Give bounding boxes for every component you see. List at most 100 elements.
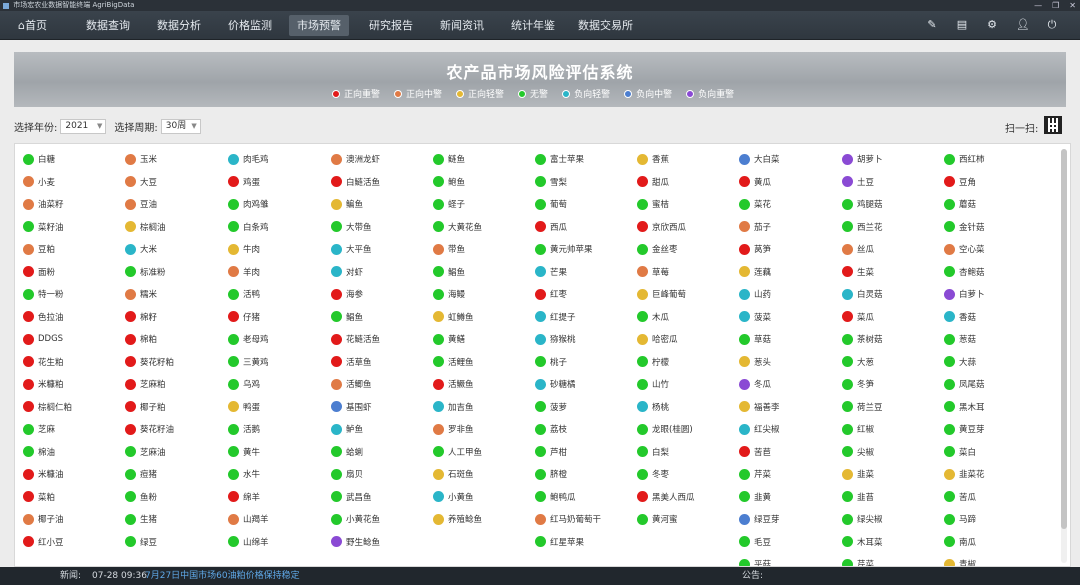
product-item[interactable]: 红小豆 (23, 535, 64, 549)
product-item[interactable]: 花鲢活鱼 (331, 332, 380, 346)
product-item[interactable]: 红马奶葡萄干 (535, 512, 601, 526)
product-item[interactable]: 菜籽油 (23, 220, 64, 234)
product-item[interactable]: 绵羊 (228, 490, 260, 504)
product-item[interactable]: 葵花籽粕 (125, 355, 174, 369)
product-item[interactable]: 活鳜鱼 (433, 377, 474, 391)
product-item[interactable]: 活鲫鱼 (331, 377, 372, 391)
product-item[interactable]: 平菇 (739, 557, 771, 566)
vertical-scrollbar[interactable] (1061, 149, 1067, 563)
product-item[interactable]: 哈密瓜 (637, 332, 678, 346)
product-item[interactable]: 龙眼(桂圆) (637, 422, 693, 436)
product-item[interactable]: 老母鸡 (228, 332, 269, 346)
nav-statistics-yearbook[interactable]: 统计年鉴 (503, 15, 563, 36)
product-item[interactable]: 荷兰豆 (842, 400, 883, 414)
product-item[interactable]: 菠萝 (535, 400, 567, 414)
product-item[interactable]: 白鲢活鱼 (331, 175, 380, 189)
product-item[interactable]: 糯米 (125, 287, 157, 301)
product-item[interactable]: 米糠油 (23, 467, 64, 481)
product-item[interactable]: 豆角 (944, 175, 976, 189)
product-item[interactable]: 葱菇 (944, 332, 976, 346)
product-item[interactable]: 苦瓜 (944, 490, 976, 504)
product-item[interactable]: 草莓 (637, 265, 669, 279)
product-item[interactable]: 香蕉 (637, 152, 669, 166)
product-item[interactable]: 油菜籽 (23, 197, 64, 211)
product-item[interactable]: 苦苣 (739, 445, 771, 459)
product-item[interactable]: 芹菜 (739, 467, 771, 481)
product-item[interactable]: 砂糖橘 (535, 377, 576, 391)
product-item[interactable]: 金针菇 (944, 220, 985, 234)
product-item[interactable]: 香菇 (944, 310, 976, 324)
product-item[interactable]: 鲳鱼 (433, 265, 465, 279)
product-item[interactable]: 莴笋 (739, 242, 771, 256)
product-item[interactable]: 蛏子 (433, 197, 465, 211)
product-item[interactable]: 韭菜花 (944, 467, 985, 481)
product-item[interactable]: 大黄花鱼 (433, 220, 482, 234)
nav-data-analysis[interactable]: 数据分析 (149, 15, 209, 36)
product-item[interactable]: 乌鸡 (228, 377, 260, 391)
product-item[interactable]: 脐橙 (535, 467, 567, 481)
product-item[interactable]: 鲳鱼 (331, 310, 363, 324)
product-item[interactable]: 养殖鲶鱼 (433, 512, 482, 526)
product-item[interactable]: 椰子油 (23, 512, 64, 526)
product-item[interactable]: 芝麻油 (125, 445, 166, 459)
minimize-icon[interactable]: — (1034, 0, 1042, 11)
product-item[interactable]: 大葱 (842, 355, 874, 369)
product-item[interactable]: 芝麻粕 (125, 377, 166, 391)
product-item[interactable]: 巨峰葡萄 (637, 287, 686, 301)
product-item[interactable]: 杨桃 (637, 400, 669, 414)
report-icon[interactable]: ▤ (956, 19, 968, 31)
product-item[interactable]: 杏鲍菇 (944, 265, 985, 279)
maximize-icon[interactable]: ❐ (1052, 0, 1059, 11)
product-item[interactable]: 鱼粉 (125, 490, 157, 504)
product-item[interactable]: 西瓜 (535, 220, 567, 234)
product-item[interactable]: 葵花籽油 (125, 422, 174, 436)
product-item[interactable]: 肉毛鸡 (228, 152, 269, 166)
nav-data-exchange[interactable]: 数据交易所 (570, 15, 641, 36)
product-item[interactable]: 鲈鱼 (331, 422, 363, 436)
product-item[interactable]: 青椒 (944, 557, 976, 566)
product-item[interactable]: 芝麻 (23, 422, 55, 436)
edit-icon[interactable]: ✎ (926, 19, 938, 31)
product-item[interactable]: 澳洲龙虾 (331, 152, 380, 166)
product-item[interactable]: 山绵羊 (228, 535, 269, 549)
nav-news[interactable]: 新闻资讯 (432, 15, 492, 36)
product-item[interactable]: 白萝卜 (944, 287, 985, 301)
product-item[interactable]: 桃子 (535, 355, 567, 369)
product-item[interactable]: 罗非鱼 (433, 422, 474, 436)
product-item[interactable]: 韭苔 (842, 490, 874, 504)
product-item[interactable]: 大平鱼 (331, 242, 372, 256)
product-item[interactable]: 小黄鱼 (433, 490, 474, 504)
product-item[interactable]: 冬瓜 (739, 377, 771, 391)
product-item[interactable]: 鲢鱼 (433, 152, 465, 166)
product-item[interactable]: 鸭蛋 (228, 400, 260, 414)
scrollbar-thumb[interactable] (1061, 149, 1067, 529)
product-item[interactable]: 小黄花鱼 (331, 512, 380, 526)
product-item[interactable]: 冬笋 (842, 377, 874, 391)
product-item[interactable]: 菠菜 (739, 310, 771, 324)
product-item[interactable]: 菜花 (739, 197, 771, 211)
product-item[interactable]: 面粉 (23, 265, 55, 279)
product-item[interactable]: 毛豆 (739, 535, 771, 549)
product-item[interactable]: 棉粕 (125, 332, 157, 346)
product-item[interactable]: 胡萝卜 (842, 152, 883, 166)
product-item[interactable]: 黄瓜 (739, 175, 771, 189)
product-item[interactable]: 肉鸡雏 (228, 197, 269, 211)
product-item[interactable]: 黄鳝 (433, 332, 465, 346)
product-item[interactable]: 石斑鱼 (433, 467, 474, 481)
product-item[interactable]: 木耳菜 (842, 535, 883, 549)
product-item[interactable]: 莲藕 (739, 265, 771, 279)
product-item[interactable]: 小麦 (23, 175, 55, 189)
product-item[interactable]: 仔猪 (228, 310, 260, 324)
product-item[interactable]: 人工甲鱼 (433, 445, 482, 459)
product-item[interactable]: 柠檬 (637, 355, 669, 369)
product-item[interactable]: 标准粉 (125, 265, 166, 279)
product-item[interactable]: 牛肉 (228, 242, 260, 256)
product-item[interactable]: 芒果 (535, 265, 567, 279)
product-item[interactable]: 葡萄 (535, 197, 567, 211)
product-item[interactable]: 蛤蜊 (331, 445, 363, 459)
product-item[interactable]: 活鹅 (228, 422, 260, 436)
product-item[interactable]: 棕榈油 (125, 220, 166, 234)
product-item[interactable]: 菜粕 (23, 490, 55, 504)
product-item[interactable]: 木瓜 (637, 310, 669, 324)
product-item[interactable]: 基围虾 (331, 400, 372, 414)
